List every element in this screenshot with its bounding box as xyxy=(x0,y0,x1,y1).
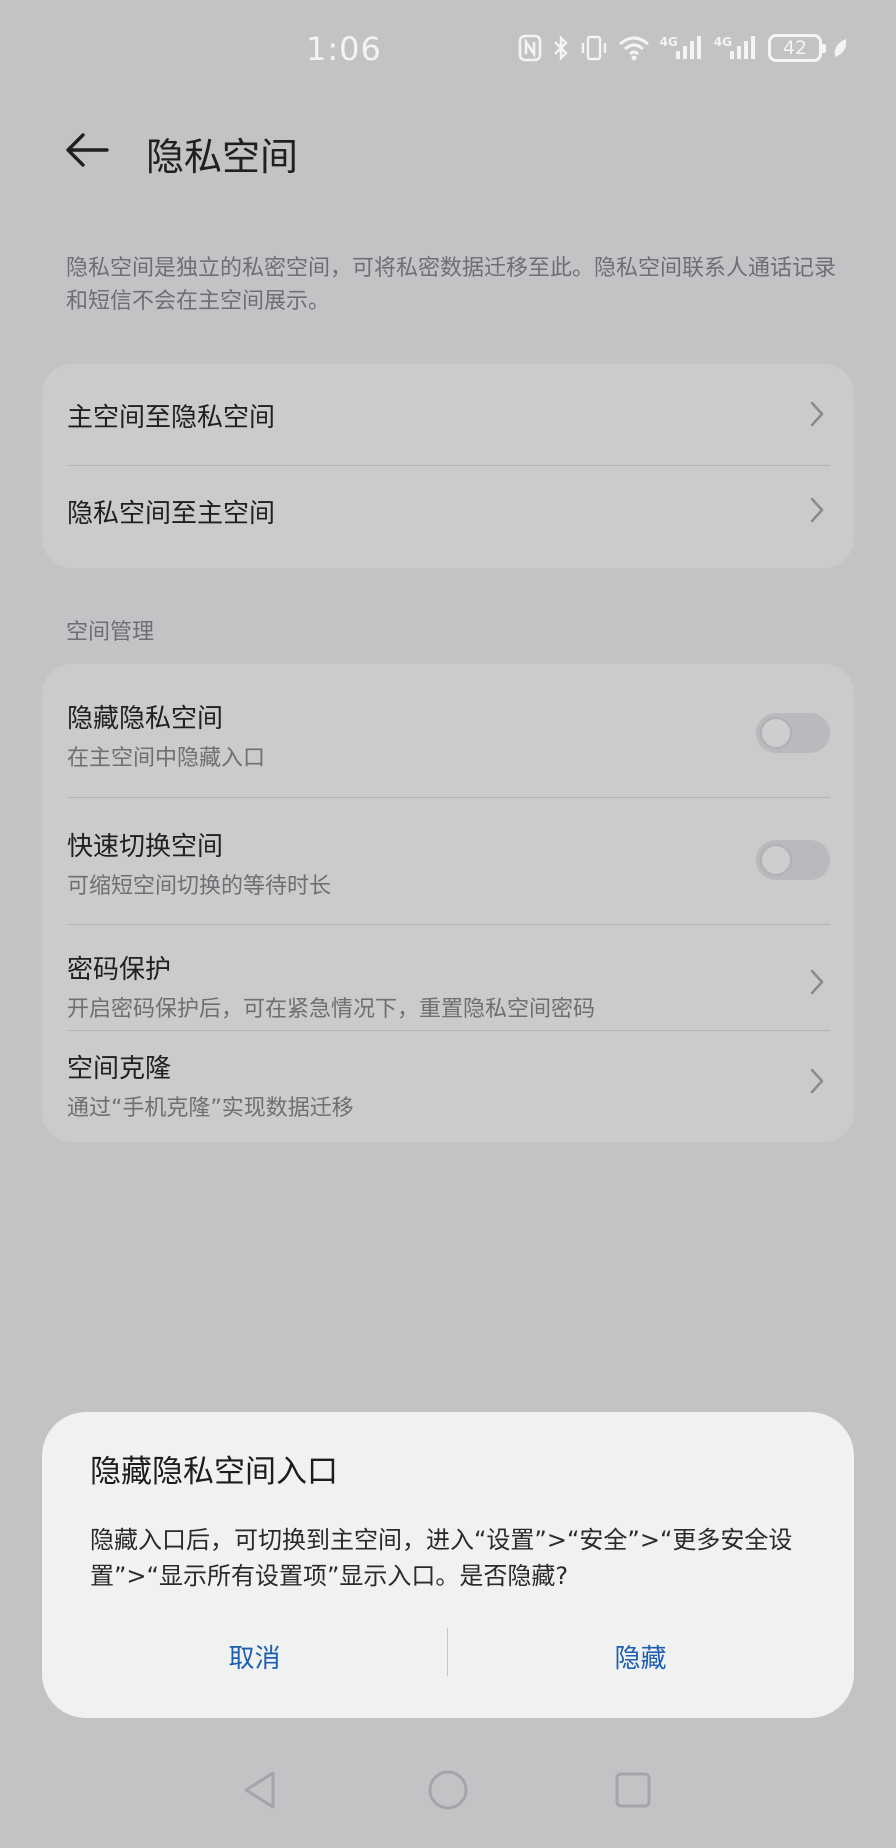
signal-icon: 4G xyxy=(660,35,704,61)
chevron-right-icon xyxy=(806,965,828,999)
header: 隐私空间 xyxy=(0,110,896,190)
dialog-title: 隐藏隐私空间入口 xyxy=(90,1454,338,1490)
row-title: 隐私空间至主空间 xyxy=(67,499,276,529)
transfer-card: 主空间至隐私空间 隐私空间至主空间 xyxy=(42,364,854,568)
list-item-hide-private-space[interactable]: 隐藏隐私空间 在主空间中隐藏入口 xyxy=(42,664,854,797)
status-icons: 4G 4G 42 xyxy=(518,34,848,62)
bluetooth-icon xyxy=(552,34,570,62)
dialog-body: 隐藏入口后，可切换到主空间，进入“设置”>“安全”>“更多安全设置”>“显示所有… xyxy=(90,1526,793,1590)
cancel-button[interactable]: 取消 xyxy=(62,1626,447,1686)
space-management-card: 隐藏隐私空间 在主空间中隐藏入口 快速切换空间 可缩短空间切换的等待时长 密码保… xyxy=(42,664,854,1142)
chevron-right-icon xyxy=(806,493,828,527)
hide-entry-dialog: 隐藏隐私空间入口 隐藏入口后，可切换到主空间，进入“设置”>“安全”>“更多安全… xyxy=(42,1412,854,1718)
status-bar: 1:06 4G 4G 42 xyxy=(0,0,896,100)
battery-icon: 42 xyxy=(768,34,826,62)
nav-back-button[interactable] xyxy=(230,1760,290,1820)
list-item-password-protection[interactable]: 密码保护 开启密码保护后，可在紧急情况下，重置隐私空间密码 xyxy=(42,925,854,1030)
toggle-knob xyxy=(760,844,792,876)
nav-home-button[interactable] xyxy=(418,1760,478,1820)
toggle-knob xyxy=(760,717,792,749)
nfc-icon xyxy=(518,34,542,62)
list-item-quick-switch[interactable]: 快速切换空间 可缩短空间切换的等待时长 xyxy=(42,798,854,925)
row-title: 空间克隆 xyxy=(67,1054,172,1084)
status-time: 1:06 xyxy=(306,30,382,68)
hide-private-space-toggle[interactable] xyxy=(756,713,830,753)
intro-description: 隐私空间是独立的私密空间，可将私密数据迁移至此。隐私空间联系人通话记录和短信不会… xyxy=(66,256,837,314)
recents-square-icon xyxy=(615,1772,651,1808)
home-circle-icon xyxy=(428,1770,468,1810)
row-subtitle: 通过“手机克隆”实现数据迁移 xyxy=(67,1096,354,1121)
navigation-bar xyxy=(0,1760,896,1848)
row-title: 快速切换空间 xyxy=(67,832,224,862)
nav-recents-button[interactable] xyxy=(603,1760,663,1820)
leaf-icon xyxy=(832,36,848,60)
row-title: 密码保护 xyxy=(67,955,172,985)
row-subtitle: 开启密码保护后，可在紧急情况下，重置隐私空间密码 xyxy=(67,997,596,1022)
list-item-private-to-main[interactable]: 隐私空间至主空间 xyxy=(42,466,854,566)
page-title: 隐私空间 xyxy=(146,135,299,179)
chevron-right-icon xyxy=(806,1064,828,1098)
chevron-right-icon xyxy=(806,397,828,431)
row-title: 主空间至隐私空间 xyxy=(67,403,276,433)
row-title: 隐藏隐私空间 xyxy=(67,704,224,734)
row-subtitle: 可缩短空间切换的等待时长 xyxy=(67,874,332,899)
row-subtitle: 在主空间中隐藏入口 xyxy=(67,746,266,771)
hide-button[interactable]: 隐藏 xyxy=(448,1626,833,1686)
arrow-left-icon xyxy=(66,133,109,167)
back-triangle-icon xyxy=(244,1771,275,1809)
quick-switch-toggle[interactable] xyxy=(756,840,830,880)
list-item-main-to-private[interactable]: 主空间至隐私空间 xyxy=(42,364,854,464)
back-button[interactable] xyxy=(62,128,112,172)
list-item-space-clone[interactable]: 空间克隆 通过“手机克隆”实现数据迁移 xyxy=(42,1031,854,1141)
vibrate-icon xyxy=(580,34,608,62)
signal-icon: 4G xyxy=(714,35,758,61)
section-label-space-management: 空间管理 xyxy=(66,620,155,645)
wifi-icon xyxy=(618,35,650,61)
